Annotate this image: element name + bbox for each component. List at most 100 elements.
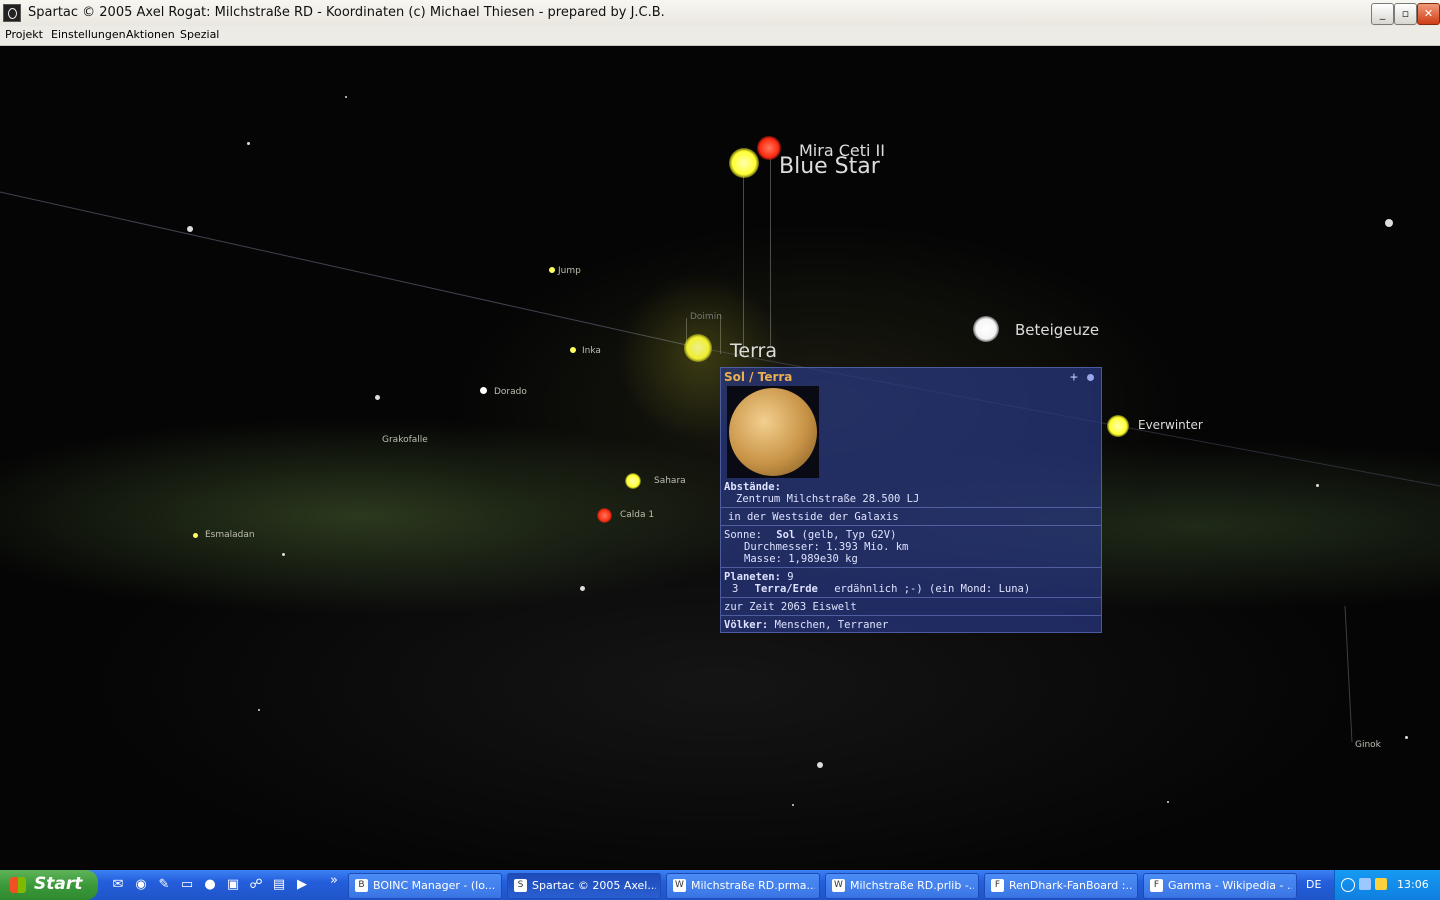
media-icon[interactable]: ▶: [294, 877, 310, 893]
menu-einstellungen[interactable]: Einstellungen: [51, 28, 126, 41]
globe-icon[interactable]: ●: [202, 877, 218, 893]
close-button[interactable]: ✕: [1417, 3, 1440, 25]
task-boinc[interactable]: B BOINC Manager - (lo...: [348, 873, 502, 899]
star-esmaladan[interactable]: [193, 533, 198, 538]
taskbar: Start ✉ ◉ ✎ ▭ ● ▣ ☍ ▤ ▶ » B BOINC Manager…: [0, 870, 1440, 900]
planet-row: 3 Terra/Erde erdähnlich ;-) (ein Mond: L…: [732, 583, 1030, 595]
folder-icon[interactable]: ▭: [179, 877, 195, 893]
label-esmaladan: Esmaladan: [205, 530, 255, 540]
separator: [721, 597, 1101, 598]
separator: [721, 615, 1101, 616]
planet-index: 3: [732, 583, 739, 595]
planets-heading: Planeten:: [724, 571, 781, 583]
title-bar[interactable]: Spartac © 2005 Axel Rogat: Milchstraße R…: [0, 0, 1440, 27]
planet-desc: erdähnlich ;-) (ein Mond: Luna): [834, 583, 1031, 595]
route-line: [1344, 605, 1353, 743]
star-dot: [187, 226, 193, 232]
star-blue-star[interactable]: [729, 148, 759, 178]
task-label: Gamma - Wikipedia - ...: [1168, 879, 1292, 892]
star-sahara[interactable]: [625, 473, 641, 489]
task-label: Spartac © 2005 Axel...: [532, 879, 656, 892]
planet-name: Terra/Erde: [754, 583, 818, 595]
label-everwinter: Everwinter: [1138, 418, 1203, 432]
label-blue-star: Blue Star: [779, 154, 880, 179]
word-icon[interactable]: ✎: [156, 877, 172, 893]
route-line: [0, 191, 701, 349]
menu-bar: Projekt Einstellungen Aktionen Spezial: [0, 26, 1440, 46]
menu-spezial[interactable]: Spezial: [180, 28, 219, 41]
peoples-value: Menschen, Terraner: [774, 619, 889, 631]
label-ginok: Ginok: [1355, 740, 1381, 750]
star-mira-ceti[interactable]: [757, 136, 781, 160]
warning-tray-icon[interactable]: [1375, 878, 1387, 890]
winrar-icon[interactable]: ▣: [225, 877, 241, 893]
outlook-icon[interactable]: ✉: [110, 877, 126, 893]
task-spartac[interactable]: S Spartac © 2005 Axel...: [507, 873, 661, 899]
star-calda[interactable]: [597, 508, 612, 523]
minimize-button[interactable]: _: [1371, 3, 1394, 25]
sun-type: (gelb, Typ G2V): [801, 529, 897, 541]
window-title: Spartac © 2005 Axel Rogat: Milchstraße R…: [28, 5, 665, 20]
more-quicklaunch-icon[interactable]: »: [326, 873, 342, 889]
label-dorado: Dorado: [494, 387, 527, 397]
firefox-icon[interactable]: ◉: [133, 877, 149, 893]
star-dot: [1316, 484, 1319, 487]
boinc-icon: B: [355, 879, 368, 892]
separator: [721, 567, 1101, 568]
language-indicator[interactable]: DE: [1306, 878, 1321, 891]
network-icon[interactable]: ☍: [248, 877, 264, 893]
task-prma[interactable]: W Milchstraße RD.prma...: [666, 873, 820, 899]
label-doimin: Doimin: [690, 312, 722, 322]
star-everwinter[interactable]: [1107, 415, 1129, 437]
task-prlib[interactable]: W Milchstraße RD.prlib -...: [825, 873, 979, 899]
distances-heading: Abstände:: [724, 481, 781, 493]
info-title: Sol / Terra: [724, 370, 793, 384]
sun-row: Sonne: Sol (gelb, Typ G2V): [724, 529, 896, 541]
start-button[interactable]: Start: [0, 870, 98, 900]
distance-side: in der Westside der Galaxis: [728, 511, 899, 523]
label-inka: Inka: [582, 346, 601, 356]
windows-logo-icon: [10, 877, 26, 893]
planets-count: 9: [787, 571, 794, 583]
distance-center: Zentrum Milchstraße 28.500 LJ: [736, 493, 920, 505]
star-jump[interactable]: [549, 267, 555, 273]
star-dot: [375, 395, 380, 400]
peoples-heading: Völker:: [724, 619, 769, 631]
label-calda: Calda 1: [620, 510, 655, 520]
maximize-button[interactable]: ▫: [1394, 3, 1417, 25]
firefox-icon: F: [991, 879, 1004, 892]
separator: [721, 507, 1101, 508]
era: zur Zeit 2063 Eiswelt: [724, 601, 857, 613]
star-inka[interactable]: [570, 347, 576, 353]
sun-label: Sonne:: [724, 529, 762, 541]
tray-expand-icon[interactable]: [1341, 878, 1355, 892]
star-map-viewport[interactable]: Mira Ceti II Blue Star Terra Beteigeuze …: [0, 46, 1440, 870]
star-dot: [345, 96, 347, 98]
menu-projekt[interactable]: Projekt: [5, 28, 43, 41]
document-icon[interactable]: ▤: [271, 877, 287, 893]
firefox-icon: F: [1150, 879, 1163, 892]
menu-aktionen[interactable]: Aktionen: [126, 28, 175, 41]
spartac-icon: S: [514, 879, 527, 892]
sun-diameter: Durchmesser: 1.393 Mio. km: [744, 541, 909, 553]
star-info-panel[interactable]: Sol / Terra + Abstände: Zentrum Milchstr…: [720, 367, 1102, 633]
label-beteigeuze: Beteigeuze: [1015, 321, 1100, 339]
star-dot: [1167, 801, 1169, 803]
star-dot: [817, 762, 823, 768]
app-icon[interactable]: [3, 4, 21, 22]
pin-icon[interactable]: +: [1070, 370, 1078, 385]
close-dot-icon[interactable]: [1087, 374, 1094, 381]
task-label: Milchstraße RD.prlib -...: [850, 879, 974, 892]
star-dot: [258, 709, 260, 711]
word-doc-icon: W: [673, 879, 686, 892]
star-beteigeuze[interactable]: [973, 316, 999, 342]
task-fanboard[interactable]: F RenDhark-FanBoard :...: [984, 873, 1138, 899]
star-dot: [247, 142, 250, 145]
label-terra: Terra: [730, 340, 777, 362]
task-wikipedia[interactable]: F Gamma - Wikipedia - ...: [1143, 873, 1297, 899]
network-tray-icon[interactable]: [1359, 878, 1371, 890]
star-dorado[interactable]: [480, 387, 487, 394]
clock[interactable]: 13:06: [1397, 878, 1429, 891]
task-label: RenDhark-FanBoard :...: [1009, 879, 1133, 892]
separator: [721, 525, 1101, 526]
